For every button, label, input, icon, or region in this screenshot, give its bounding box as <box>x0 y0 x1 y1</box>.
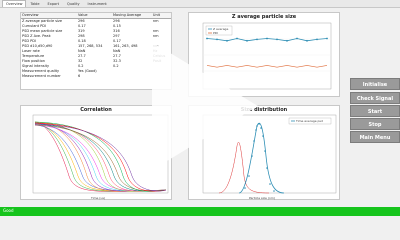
results-table-panel: Overview Value Moving Average Unit Z ave… <box>20 12 172 90</box>
chart-title: Correlation <box>80 107 112 113</box>
status-bar: Good <box>0 207 400 216</box>
table-cell <box>152 74 171 79</box>
results-table: Overview Value Moving Average Unit Z ave… <box>21 13 171 79</box>
size-distribution-chart: Time average psd Particle size (nm) <box>202 114 337 200</box>
z-average-point <box>266 37 268 40</box>
tab-export[interactable]: Export <box>44 0 63 7</box>
z-average-chart-panel: Z average particle size Z average PDI <box>188 12 340 97</box>
initialise-button[interactable]: Initialise <box>350 78 400 90</box>
legend-item-pdi: PDI <box>213 31 218 35</box>
psd-point <box>260 127 262 129</box>
z-average-point <box>306 39 308 42</box>
z-average-point <box>296 37 298 40</box>
start-button[interactable]: Start <box>350 105 400 117</box>
z-average-point <box>216 38 218 41</box>
table-row: Measurement number 6 <box>21 74 171 79</box>
tab-instrument[interactable]: Instrument <box>84 0 111 7</box>
z-average-point <box>276 38 278 41</box>
table-cell: 6 <box>77 74 81 78</box>
plot-area <box>202 114 337 194</box>
z-average-point <box>226 39 228 42</box>
stop-button[interactable]: Stop <box>350 118 400 130</box>
z-average-point <box>286 39 288 42</box>
z-average-point <box>316 38 318 41</box>
legend-item-psd: Time average psd <box>295 119 323 123</box>
tab-bar: Overview Table Export Quality Instrument <box>0 0 400 8</box>
psd-point <box>244 187 246 189</box>
psd-point <box>251 155 253 157</box>
chart-title: Size distribution <box>240 107 288 113</box>
psd-point <box>258 123 260 125</box>
main-menu-button[interactable]: Main Menu <box>350 131 400 143</box>
tab-quality[interactable]: Quality <box>63 0 84 7</box>
chart-title: Z average particle size <box>231 14 297 20</box>
psd-point <box>255 129 257 131</box>
psd-point <box>266 167 268 169</box>
correlation-chart-panel: Correlation Time (us) <box>20 105 172 200</box>
psd-point <box>269 183 271 185</box>
tab-table[interactable]: Table <box>26 0 43 7</box>
check-signal-button[interactable]: Check Signal <box>350 92 400 104</box>
table-cell: Measurement number <box>22 74 61 78</box>
z-average-point <box>236 37 238 40</box>
z-average-point <box>206 37 208 40</box>
x-axis-label: Time (us) <box>90 196 105 200</box>
x-axis-label: Particle size (nm) <box>249 196 275 200</box>
z-average-chart: Z average PDI <box>202 22 332 90</box>
size-distribution-chart-panel: Size distribution Time average psd Parti… <box>188 105 340 200</box>
z-average-point <box>246 39 248 42</box>
table-cell <box>112 74 152 79</box>
correlation-chart: Time (us) <box>32 114 169 200</box>
psd-point <box>248 175 250 177</box>
status-text: Good <box>3 208 14 213</box>
psd-point <box>262 135 264 137</box>
psd-point <box>253 140 255 142</box>
psd-point <box>256 125 258 127</box>
psd-point <box>273 190 275 192</box>
psd-point <box>264 150 266 152</box>
z-average-point <box>326 37 328 40</box>
tab-overview[interactable]: Overview <box>2 0 27 7</box>
z-average-point <box>256 38 258 41</box>
